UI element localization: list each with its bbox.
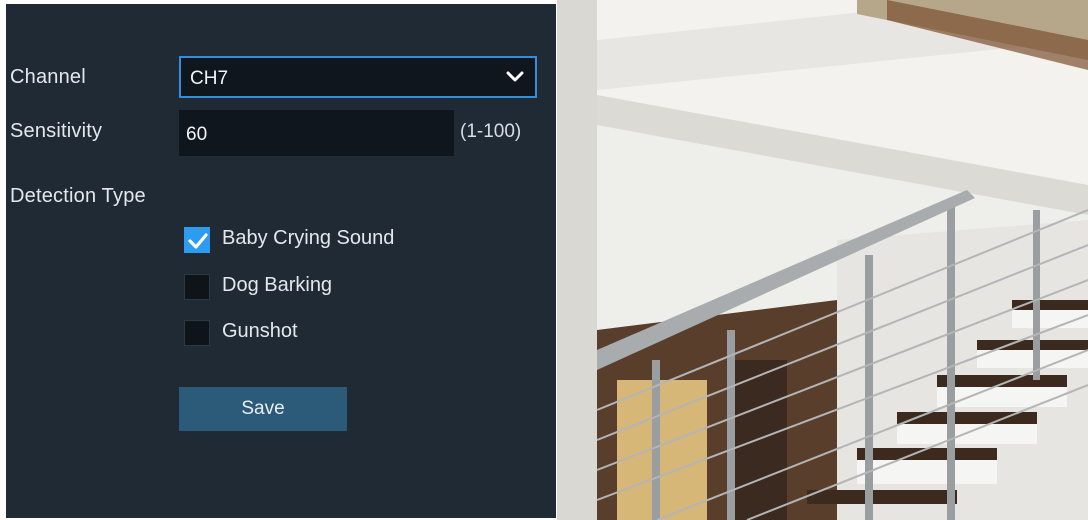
detection-option-label: Dog Barking xyxy=(222,274,333,296)
checkmark-icon xyxy=(188,233,208,249)
detection-type-label: Detection Type xyxy=(10,185,146,207)
checkbox-gunshot[interactable] xyxy=(184,320,210,346)
audio-detection-screen: Channel CH7 Sensitivity 60 (1-100) Detec… xyxy=(0,0,1088,520)
save-button[interactable]: Save xyxy=(179,387,347,431)
settings-panel: Channel CH7 Sensitivity 60 (1-100) Detec… xyxy=(6,4,556,518)
detection-option-label: Gunshot xyxy=(222,320,298,342)
channel-label: Channel xyxy=(10,66,86,88)
chevron-down-icon xyxy=(506,71,524,82)
sensitivity-input[interactable]: 60 xyxy=(179,110,454,156)
camera-preview xyxy=(557,0,1088,520)
sensitivity-input-value: 60 xyxy=(186,124,208,145)
sensitivity-label: Sensitivity xyxy=(10,120,103,142)
sensitivity-range-hint: (1-100) xyxy=(460,121,522,142)
channel-select[interactable]: CH7 xyxy=(179,56,537,98)
checkbox-dog-barking[interactable] xyxy=(184,274,210,300)
channel-select-value: CH7 xyxy=(190,68,229,89)
detection-option-label: Baby Crying Sound xyxy=(222,227,395,249)
camera-preview-image xyxy=(557,0,1088,520)
checkbox-baby-crying[interactable] xyxy=(184,227,210,253)
